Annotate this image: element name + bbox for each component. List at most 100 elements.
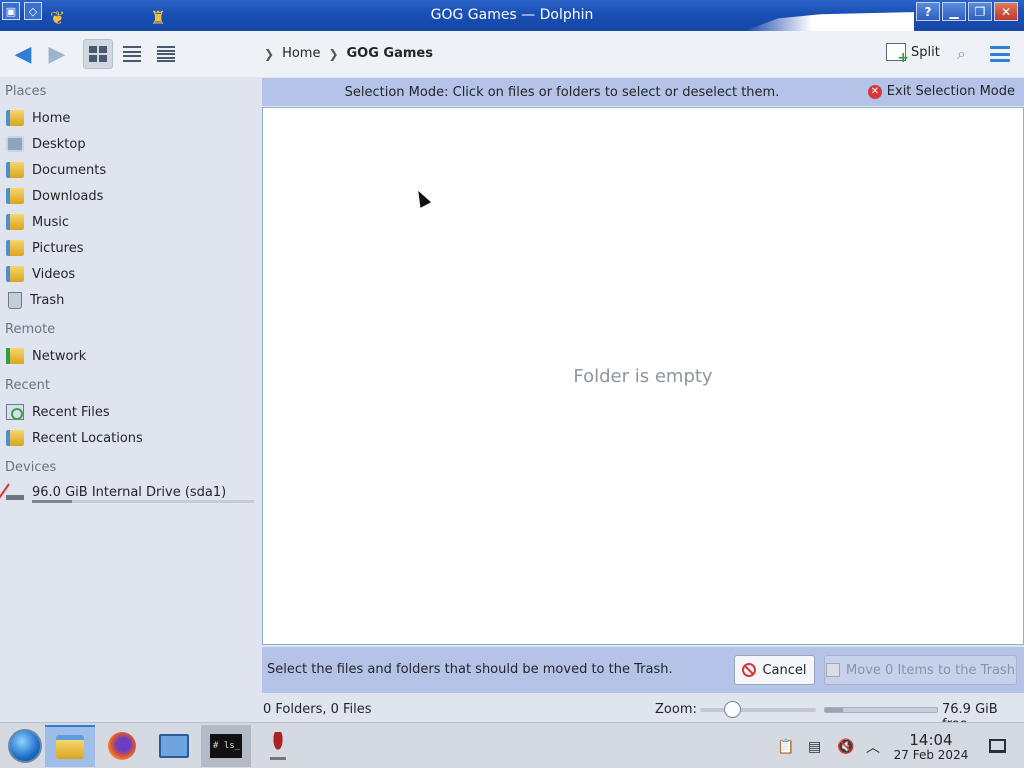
sidebar-item-home[interactable]: Home <box>6 107 70 129</box>
terminal-icon: # ls_ <box>210 734 242 758</box>
show-desktop-icon[interactable] <box>989 739 1006 753</box>
clock[interactable]: 14:04 27 Feb 2024 <box>886 732 976 762</box>
minimize-button[interactable]: ▁ <box>942 2 966 21</box>
exit-selection-label: Exit Selection Mode <box>886 84 1015 99</box>
sidebar-item-label: Desktop <box>32 136 86 152</box>
sidebar-item-label: Documents <box>32 162 107 178</box>
hamburger-menu-button[interactable] <box>990 46 1010 62</box>
split-label: Split <box>911 44 940 60</box>
wine-glass-icon <box>270 732 286 760</box>
sidebar-item-label: Trash <box>30 292 65 308</box>
clipboard-tray-icon[interactable]: 📋 <box>777 738 794 756</box>
music-folder-icon <box>6 214 24 230</box>
file-manager-icon <box>56 735 84 759</box>
sidebar-item-network[interactable]: Network <box>6 345 86 367</box>
sidebar-item-label: Downloads <box>32 188 104 204</box>
task-firefox[interactable] <box>97 725 147 767</box>
forward-button[interactable]: ▶ <box>40 39 74 69</box>
window-controls: ? ▁ ❐ ✕ <box>916 2 1018 21</box>
task-terminal[interactable]: # ls_ <box>201 725 251 767</box>
zoom-slider-handle[interactable] <box>724 701 742 718</box>
split-view-icon <box>886 43 909 66</box>
sidebar-item-music[interactable]: Music <box>6 211 69 233</box>
window-titlebar: ▣ ◇ ❦ ♜ GOG Games — Dolphin ? ▁ ❐ ✕ <box>0 0 1024 31</box>
sidebar-item-label: Videos <box>32 266 76 282</box>
free-space-fill <box>825 708 843 712</box>
back-button[interactable]: ◀ <box>6 39 40 69</box>
taskbar: # ls_ 📋 ▤ 🔇 ︿ 14:04 27 Feb 2024 <box>0 722 1024 768</box>
exit-selection-mode-button[interactable]: ✕ Exit Selection Mode <box>867 84 1015 99</box>
compact-view-button[interactable] <box>117 39 147 69</box>
close-circle-icon: ✕ <box>867 84 882 99</box>
monitor-icon <box>159 734 189 758</box>
arrow-left-icon: ◀ <box>14 41 32 67</box>
move-to-trash-label: Move 0 Items to the Trash <box>846 662 1015 678</box>
split-button[interactable]: Split <box>886 43 940 66</box>
documents-folder-icon <box>6 162 24 178</box>
breadcrumb-home[interactable]: Home <box>282 46 320 61</box>
cancel-button[interactable]: Cancel <box>734 655 815 685</box>
trash-bar-message: Select the files and folders that should… <box>267 662 673 677</box>
zoom-slider[interactable] <box>700 701 816 718</box>
sidebar-item-documents[interactable]: Documents <box>6 159 106 181</box>
icons-view-button[interactable] <box>83 39 113 69</box>
volume-muted-icon[interactable]: 🔇 <box>837 738 854 756</box>
move-to-trash-button[interactable]: Move 0 Items to the Trash <box>824 655 1017 685</box>
chevron-up-icon[interactable]: ︿ <box>866 738 880 756</box>
file-view[interactable]: Folder is empty <box>262 107 1024 645</box>
close-button[interactable]: ✕ <box>994 2 1018 21</box>
arrow-right-icon: ▶ <box>48 41 66 67</box>
trash-move-icon <box>826 663 841 677</box>
drive-icon <box>6 484 24 500</box>
main-toolbar: ◀ ▶ ❯ Home ❯ GOG Games Split ⌕ <box>0 31 1024 77</box>
section-devices: Devices <box>5 460 57 475</box>
selection-mode-banner: Selection Mode: Click on files or folder… <box>262 78 1024 106</box>
start-menu-button[interactable] <box>0 725 50 767</box>
empty-folder-message: Folder is empty <box>573 366 713 387</box>
drive-usage-bar <box>32 500 254 503</box>
breadcrumb: ❯ Home ❯ GOG Games <box>264 46 433 61</box>
drive-usage-fill <box>32 500 72 503</box>
recent-locations-icon <box>6 430 24 446</box>
sidebar-item-label: Music <box>32 214 69 230</box>
clock-time: 14:04 <box>909 731 953 749</box>
task-wine[interactable] <box>253 725 303 767</box>
task-dolphin[interactable] <box>45 725 95 767</box>
sidebar-item-label: Recent Locations <box>32 430 143 446</box>
selection-mode-message: Selection Mode: Click on files or folder… <box>344 85 780 100</box>
terminal-text: # ls_ <box>213 741 241 751</box>
clock-date: 27 Feb 2024 <box>893 748 969 762</box>
downloads-folder-icon <box>6 188 24 204</box>
details-view-icon <box>157 46 175 62</box>
sidebar-item-videos[interactable]: Videos <box>6 263 75 285</box>
sidebar-item-recent-files[interactable]: Recent Files <box>6 401 110 423</box>
task-system-settings[interactable] <box>149 725 199 767</box>
notes-tray-icon[interactable]: ▤ <box>808 738 821 756</box>
cancel-icon <box>742 663 757 677</box>
details-view-button[interactable] <box>151 39 181 69</box>
help-button[interactable]: ? <box>916 2 940 21</box>
sidebar-item-desktop[interactable]: Desktop <box>6 133 86 155</box>
pictures-folder-icon <box>6 240 24 256</box>
desktop-icon <box>6 136 24 152</box>
section-remote: Remote <box>5 322 56 337</box>
start-orb-icon <box>8 729 42 763</box>
sidebar-item-recent-locations[interactable]: Recent Locations <box>6 427 143 449</box>
selection-action-bar: Select the files and folders that should… <box>262 647 1024 693</box>
sidebar-item-trash[interactable]: Trash <box>6 289 64 311</box>
compact-view-icon <box>123 46 141 62</box>
folder-summary: 0 Folders, 0 Files <box>263 702 372 717</box>
maximize-button[interactable]: ❐ <box>968 2 992 21</box>
sidebar-item-downloads[interactable]: Downloads <box>6 185 103 207</box>
sidebar-item-label: 96.0 GiB Internal Drive (sda1) <box>32 484 227 500</box>
videos-folder-icon <box>6 266 24 282</box>
network-folder-icon <box>6 348 24 364</box>
breadcrumb-current[interactable]: GOG Games <box>347 46 433 61</box>
chevron-right-icon[interactable]: ❯ <box>328 47 338 61</box>
chevron-right-icon[interactable]: ❯ <box>264 47 274 61</box>
free-space-bar[interactable] <box>824 707 938 713</box>
sidebar-item-pictures[interactable]: Pictures <box>6 237 83 259</box>
search-button[interactable]: ⌕ <box>957 44 977 64</box>
section-recent: Recent <box>5 378 50 393</box>
cancel-label: Cancel <box>762 662 807 678</box>
